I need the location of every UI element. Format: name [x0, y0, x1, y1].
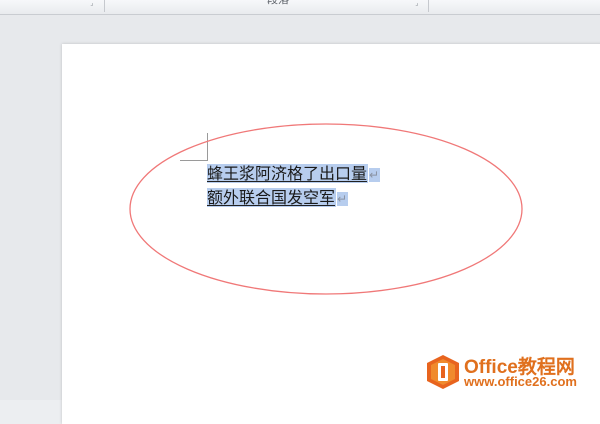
ribbon-bar: ⌟ ⌟ 段落 — [0, 0, 600, 15]
paragraph-mark-icon: ↵ — [337, 192, 349, 206]
watermark-url: www.office26.com — [464, 374, 577, 389]
font-dialog-launcher-icon[interactable]: ⌟ — [88, 0, 96, 7]
text-line-1[interactable]: 蜂王浆阿济格了出口量 ↵ — [207, 162, 381, 186]
paragraph-mark-icon: ↵ — [369, 168, 381, 182]
office-watermark: Office教程网 www.office26.com — [426, 352, 596, 392]
selected-text-block[interactable]: 蜂王浆阿济格了出口量 ↵ 额外联合国发空军 ↵ — [207, 162, 381, 210]
margin-corner-mark — [207, 133, 208, 161]
text-line-2[interactable]: 额外联合国发空军 ↵ — [207, 186, 380, 210]
ribbon-group-separator — [104, 0, 105, 12]
ribbon-group-separator — [428, 0, 429, 12]
text-line-1-content[interactable]: 蜂王浆阿济格了出口量 — [207, 164, 369, 183]
text-line-2-content[interactable]: 额外联合国发空军 — [207, 188, 337, 207]
paragraph-group-label: 段落 — [248, 0, 308, 6]
margin-corner-mark — [180, 160, 207, 161]
paragraph-dialog-launcher-icon[interactable]: ⌟ — [413, 0, 421, 7]
office-logo-icon — [427, 355, 459, 389]
